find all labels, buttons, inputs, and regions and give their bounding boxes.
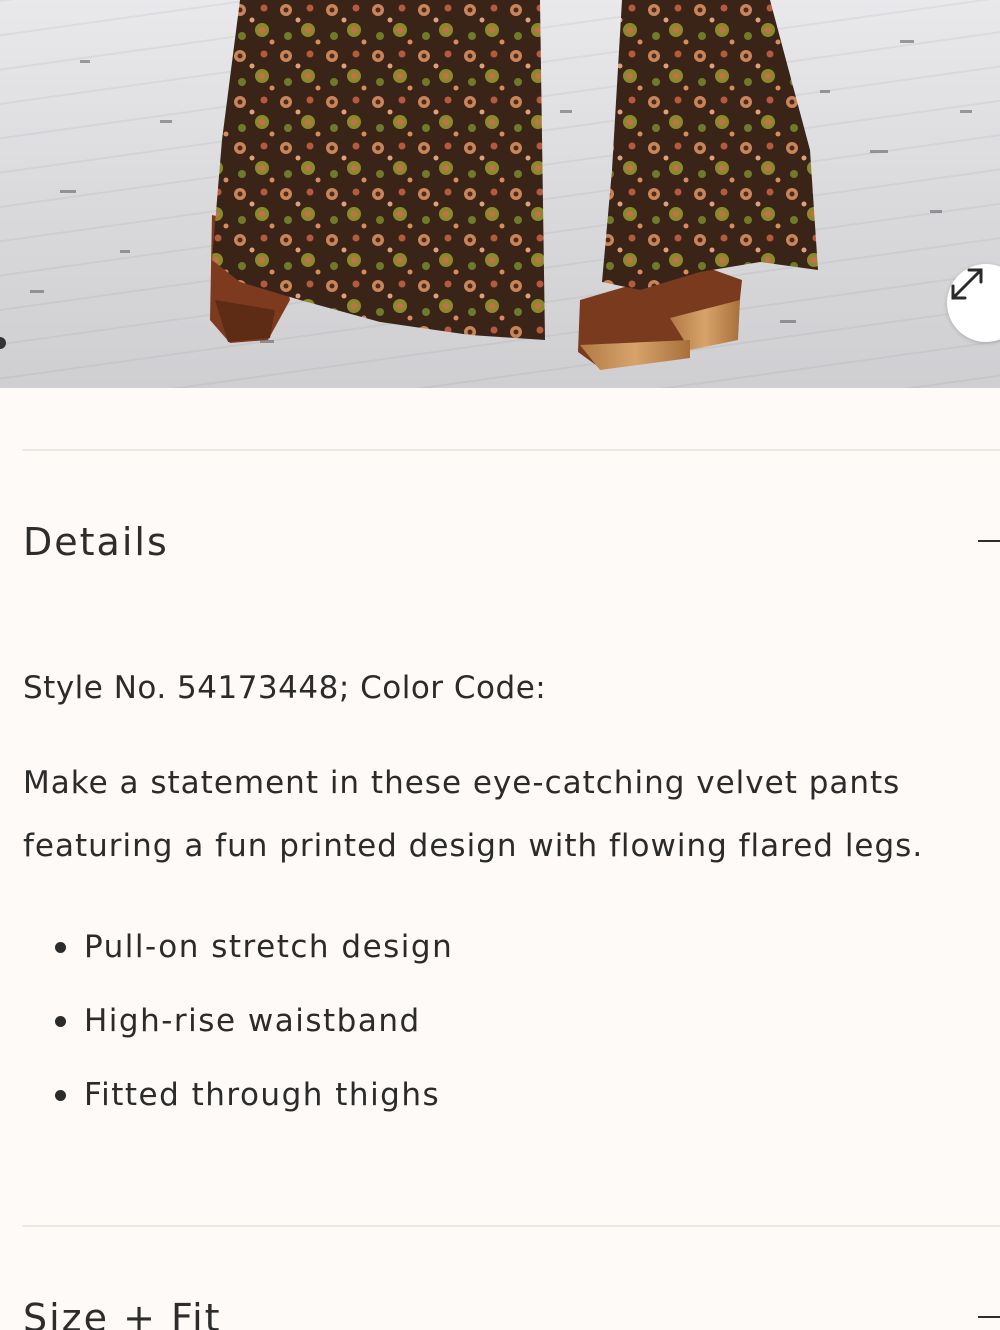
minus-icon[interactable] bbox=[978, 1316, 1000, 1318]
list-item: Pull-on stretch design bbox=[0, 918, 1000, 992]
product-image[interactable] bbox=[0, 0, 1000, 388]
product-details-page: Details Style No. 54173448; Color Code: … bbox=[0, 0, 1000, 1330]
bullet-icon bbox=[55, 1090, 66, 1101]
details-title: Details bbox=[23, 520, 169, 564]
feature-list: Pull-on stretch design High-rise waistba… bbox=[0, 918, 1000, 1140]
bullet-icon bbox=[55, 1016, 66, 1027]
feature-text: High-rise waistband bbox=[84, 1003, 421, 1039]
feature-text: Fitted through thighs bbox=[84, 1077, 441, 1113]
list-item: High-rise waistband bbox=[0, 992, 1000, 1066]
product-photo bbox=[30, 0, 972, 370]
details-accordion-header[interactable]: Details bbox=[0, 510, 1000, 570]
section-divider bbox=[22, 1225, 1000, 1227]
size-fit-accordion-header[interactable]: Size + Fit bbox=[0, 1286, 1000, 1330]
size-fit-title: Size + Fit bbox=[23, 1296, 222, 1330]
feature-text: Pull-on stretch design bbox=[84, 929, 454, 965]
section-divider bbox=[22, 449, 1000, 451]
expand-arrows-icon bbox=[951, 268, 983, 300]
bullet-icon bbox=[55, 942, 66, 953]
style-number: Style No. 54173448; Color Code: bbox=[23, 670, 547, 706]
product-description: Make a statement in these eye-catching v… bbox=[23, 765, 924, 864]
minus-icon[interactable] bbox=[978, 540, 1000, 542]
list-item: Fitted through thighs bbox=[0, 1066, 1000, 1140]
